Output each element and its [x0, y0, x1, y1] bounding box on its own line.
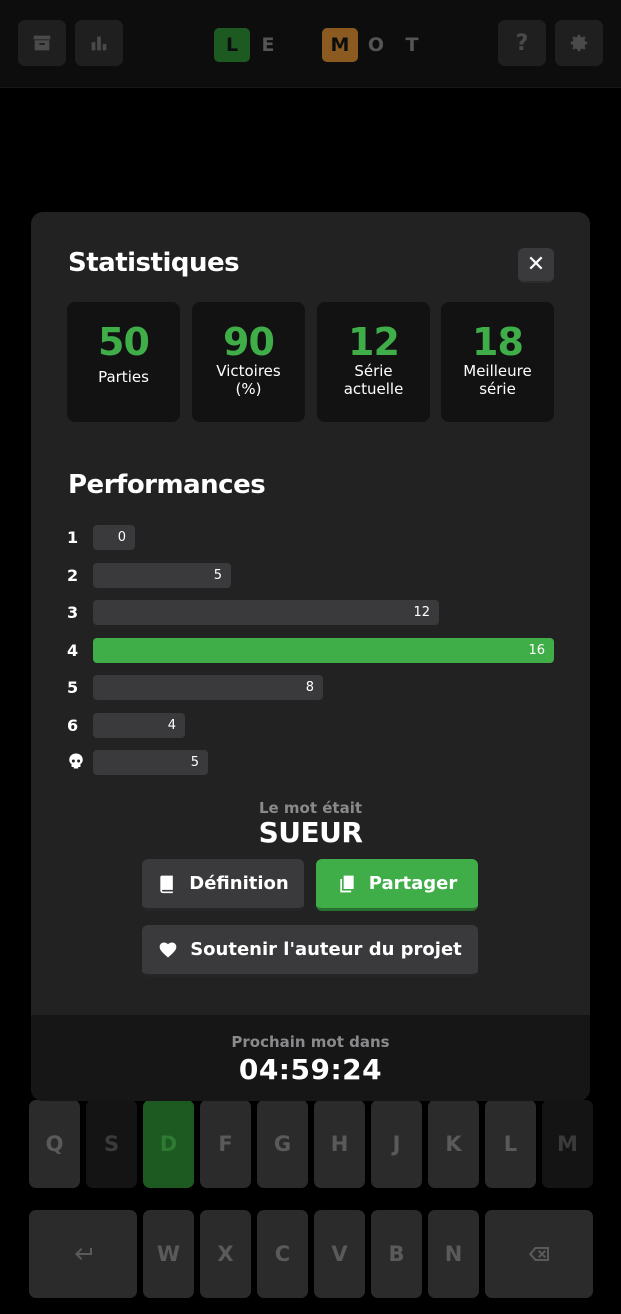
stat-label: Parties — [98, 368, 149, 386]
key-b[interactable]: B — [371, 1210, 422, 1298]
guess-row-label: 2 — [67, 566, 79, 585]
stat-card-current-streak: 12 Série actuelle — [317, 302, 430, 422]
header: L E M O T ? — [0, 0, 621, 88]
backspace-key[interactable] — [485, 1210, 593, 1298]
logo-letter: E — [261, 34, 275, 56]
support-button[interactable]: Soutenir l'auteur du projet — [142, 925, 478, 977]
key-v[interactable]: V — [314, 1210, 365, 1298]
bar-chart-icon — [91, 36, 107, 51]
stat-card-games: 50 Parties — [67, 302, 180, 422]
guess-row-label: 1 — [67, 528, 79, 547]
stat-card-best-streak: 18 Meilleure série — [441, 302, 554, 422]
logo-letter: M — [322, 28, 358, 62]
logo-letter: O — [367, 34, 385, 56]
stat-value: 18 — [472, 320, 524, 364]
countdown-timer: 04:59:24 — [238, 1053, 383, 1086]
key-x[interactable]: X — [200, 1210, 251, 1298]
key-f[interactable]: F — [200, 1100, 251, 1188]
definition-label: Définition — [189, 873, 289, 894]
solution-word: SUEUR — [258, 816, 363, 849]
enter-icon — [75, 1248, 92, 1260]
guess-bar-failed: 5 — [93, 750, 208, 775]
key-c[interactable]: C — [257, 1210, 308, 1298]
key-m[interactable]: M — [542, 1100, 593, 1188]
guess-bar: 5 — [93, 563, 231, 588]
guess-bar: 8 — [93, 675, 323, 700]
key-l[interactable]: L — [485, 1100, 536, 1188]
stat-value: 90 — [223, 320, 275, 364]
close-icon: ✕ — [526, 252, 546, 277]
key-w[interactable]: W — [143, 1210, 194, 1298]
performance-title: Performances — [68, 470, 266, 500]
heart-icon — [159, 942, 177, 957]
logo-letter — [286, 28, 322, 62]
key-n[interactable]: N — [428, 1210, 479, 1298]
stat-value: 50 — [98, 320, 150, 364]
next-word-panel: Prochain mot dans 04:59:24 — [31, 1015, 590, 1101]
key-k[interactable]: K — [428, 1100, 479, 1188]
guess-row-label: 5 — [67, 678, 79, 697]
gear-icon — [570, 34, 588, 52]
book-icon — [160, 875, 174, 893]
help-button[interactable]: ? — [498, 20, 546, 66]
modal-title: Statistiques — [68, 248, 240, 278]
support-label: Soutenir l'auteur du projet — [190, 939, 462, 960]
logo-letter: T — [405, 34, 419, 56]
logo-letter: L — [214, 28, 250, 62]
stat-label: Victoires (%) — [216, 362, 281, 398]
guess-row-label: 6 — [67, 716, 79, 735]
archive-icon — [33, 35, 51, 51]
stat-label: Série actuelle — [343, 362, 404, 398]
word-label: Le mot était — [258, 799, 363, 817]
key-d[interactable]: D — [143, 1100, 194, 1188]
stats-modal: Statistiques ✕ 50 Parties 90 Victoires (… — [31, 212, 590, 1101]
guess-bar: 4 — [93, 713, 185, 738]
stats-button[interactable] — [75, 20, 123, 66]
skull-icon — [67, 752, 87, 774]
guess-row-label: 3 — [67, 603, 79, 622]
key-j[interactable]: J — [371, 1100, 422, 1188]
settings-button[interactable] — [555, 20, 603, 66]
share-label: Partager — [368, 873, 458, 894]
logo: L E M O T — [214, 27, 430, 63]
backspace-icon — [529, 1247, 549, 1261]
share-button[interactable]: Partager — [316, 859, 478, 911]
guess-row-label: 4 — [67, 641, 79, 660]
stat-value: 12 — [348, 320, 400, 364]
next-word-label: Prochain mot dans — [231, 1033, 390, 1051]
guess-bar-highlight: 16 — [93, 638, 554, 663]
stat-card-wins: 90 Victoires (%) — [192, 302, 305, 422]
key-h[interactable]: H — [314, 1100, 365, 1188]
definition-button[interactable]: Définition — [142, 859, 304, 911]
guess-bar: 12 — [93, 600, 439, 625]
close-button[interactable]: ✕ — [518, 248, 554, 283]
app: L E M O T ? Q S D F G H J K L M W X C V … — [0, 0, 621, 1314]
archive-button[interactable] — [18, 20, 66, 66]
key-s[interactable]: S — [86, 1100, 137, 1188]
enter-key[interactable] — [29, 1210, 137, 1298]
key-q[interactable]: Q — [29, 1100, 80, 1188]
key-g[interactable]: G — [257, 1100, 308, 1188]
copy-icon — [340, 875, 354, 892]
guess-bar: 0 — [93, 525, 135, 550]
stat-label: Meilleure série — [463, 362, 532, 398]
help-icon: ? — [515, 30, 529, 56]
